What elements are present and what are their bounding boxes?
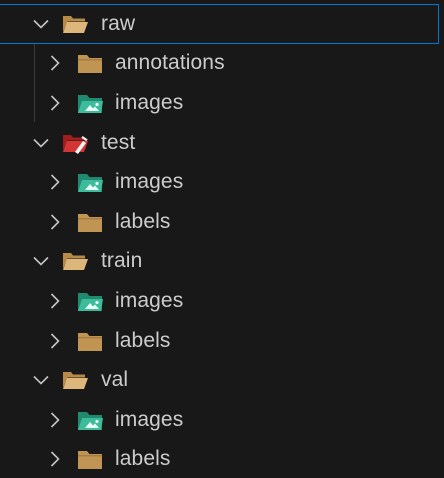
chevron-right-icon[interactable]	[45, 410, 65, 430]
folder-icon	[76, 329, 104, 353]
chevron-right-icon[interactable]	[45, 53, 65, 73]
tree-item-label: annotations	[115, 51, 225, 75]
folder-images-icon	[76, 91, 104, 115]
folder-open-icon	[61, 12, 89, 36]
tree-item-label: images	[115, 407, 184, 431]
chevron-right-icon[interactable]	[45, 212, 65, 232]
tree-item-train[interactable]: train	[0, 242, 444, 282]
tree-item-label: raw	[101, 11, 136, 35]
folder-images-icon	[76, 170, 104, 194]
tree-item-images[interactable]: images	[0, 163, 444, 203]
chevron-down-icon[interactable]	[31, 14, 51, 34]
folder-icon	[76, 210, 104, 234]
tree-item-label: labels	[115, 209, 171, 233]
tree-item-images[interactable]: images	[0, 83, 444, 123]
folder-images-icon	[76, 289, 104, 313]
chevron-right-icon[interactable]	[45, 172, 65, 192]
folder-open-icon	[61, 249, 89, 273]
tree-item-labels[interactable]: labels	[0, 321, 444, 361]
tree-item-label: images	[115, 170, 184, 194]
chevron-down-icon[interactable]	[31, 133, 51, 153]
tree-item-images[interactable]: images	[0, 400, 444, 440]
tree-item-label: labels	[115, 328, 171, 352]
folder-open-icon	[61, 368, 89, 392]
folder-test-icon	[61, 131, 89, 155]
tree-item-annotations[interactable]: annotations	[0, 44, 444, 84]
chevron-down-icon[interactable]	[31, 370, 51, 390]
explorer-tree: raw annotations images test images label…	[0, 0, 444, 478]
folder-images-icon	[76, 408, 104, 432]
tree-item-val[interactable]: val	[0, 361, 444, 401]
chevron-right-icon[interactable]	[45, 93, 65, 113]
tree-item-labels[interactable]: labels	[0, 440, 444, 478]
tree-item-label: labels	[115, 447, 171, 471]
chevron-right-icon[interactable]	[45, 331, 65, 351]
chevron-right-icon[interactable]	[45, 291, 65, 311]
tree-item-label: train	[101, 249, 143, 273]
chevron-right-icon[interactable]	[45, 449, 65, 469]
tree-item-label: test	[101, 130, 136, 154]
tree-item-images[interactable]: images	[0, 282, 444, 322]
tree-item-test[interactable]: test	[0, 123, 444, 163]
chevron-down-icon[interactable]	[31, 251, 51, 271]
folder-icon	[76, 51, 104, 75]
folder-icon	[76, 447, 104, 471]
tree-item-labels[interactable]: labels	[0, 202, 444, 242]
tree-item-raw[interactable]: raw	[0, 4, 439, 44]
tree-item-label: images	[115, 289, 184, 313]
tree-item-label: val	[101, 368, 129, 392]
tree-item-label: images	[115, 90, 184, 114]
